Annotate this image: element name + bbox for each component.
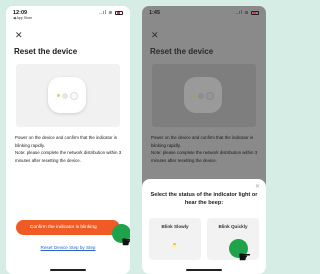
blink-slowly-option[interactable]: Blink Slowly xyxy=(149,218,201,260)
battery-icon xyxy=(251,10,259,15)
device-illustration xyxy=(16,64,120,127)
reset-button-image xyxy=(206,92,214,100)
sheet-title: Select the status of the indicator light… xyxy=(150,192,258,206)
close-icon[interactable]: ✕ xyxy=(15,31,23,40)
status-icons: ..ıl ≋ xyxy=(235,10,259,16)
instructions-line: Power on the device and confirm that the… xyxy=(15,135,122,163)
indicator-glow xyxy=(62,93,68,99)
home-indicator xyxy=(186,269,222,271)
reset-step-by-step-link[interactable]: Reset Device Step by Step xyxy=(6,245,130,250)
tutorial-stage: 12:09 ◀ App Store ..ıl ≋ ✕ Reset the dev… xyxy=(0,0,268,274)
home-indicator xyxy=(50,269,86,271)
smart-device-image xyxy=(48,77,86,113)
indicator-glow xyxy=(198,93,204,99)
instructions-line: Power on the device and confirm that the… xyxy=(151,135,258,163)
wifi-icon: ≋ xyxy=(108,10,114,16)
close-icon[interactable]: ✕ xyxy=(151,31,159,40)
hand-pointer-icon: ☛ xyxy=(238,249,252,266)
light-icon xyxy=(171,243,177,249)
sheet-close-icon[interactable]: ✕ xyxy=(255,183,260,190)
page-title: Reset the device xyxy=(150,47,214,56)
signal-icon: ..ıl xyxy=(235,10,243,16)
status-bar: 1:45 ..ıl ≋ xyxy=(149,10,259,22)
status-icons: ..ıl ≋ xyxy=(99,10,123,16)
device-illustration xyxy=(152,64,256,127)
back-to-app-store[interactable]: ◀ App Store xyxy=(13,16,32,20)
smart-device-image xyxy=(184,77,222,113)
instructions-text: Power on the device and confirm that the… xyxy=(151,134,259,164)
status-time: 1:45 xyxy=(149,10,161,16)
signal-icon: ..ıl xyxy=(99,10,107,16)
reset-button-image xyxy=(70,92,78,100)
indicator-light xyxy=(57,94,60,97)
option-label: Blink Quickly xyxy=(218,224,248,229)
phone-screen-status-select: 1:45 ..ıl ≋ ✕ Reset the device Power on … xyxy=(142,6,266,274)
page-title: Reset the device xyxy=(14,47,78,56)
confirm-indicator-button[interactable]: Confirm the indicator is blinking xyxy=(16,220,120,235)
hand-pointer-icon: ☛ xyxy=(121,234,130,251)
option-label: Blink Slowly xyxy=(161,224,189,229)
phone-screen-reset: 12:09 ◀ App Store ..ıl ≋ ✕ Reset the dev… xyxy=(6,6,130,274)
instructions-text: Power on the device and confirm that the… xyxy=(15,134,123,164)
indicator-light xyxy=(193,94,196,97)
wifi-icon: ≋ xyxy=(244,10,250,16)
status-bar: 12:09 ◀ App Store ..ıl ≋ xyxy=(13,10,123,22)
battery-icon xyxy=(115,10,123,15)
